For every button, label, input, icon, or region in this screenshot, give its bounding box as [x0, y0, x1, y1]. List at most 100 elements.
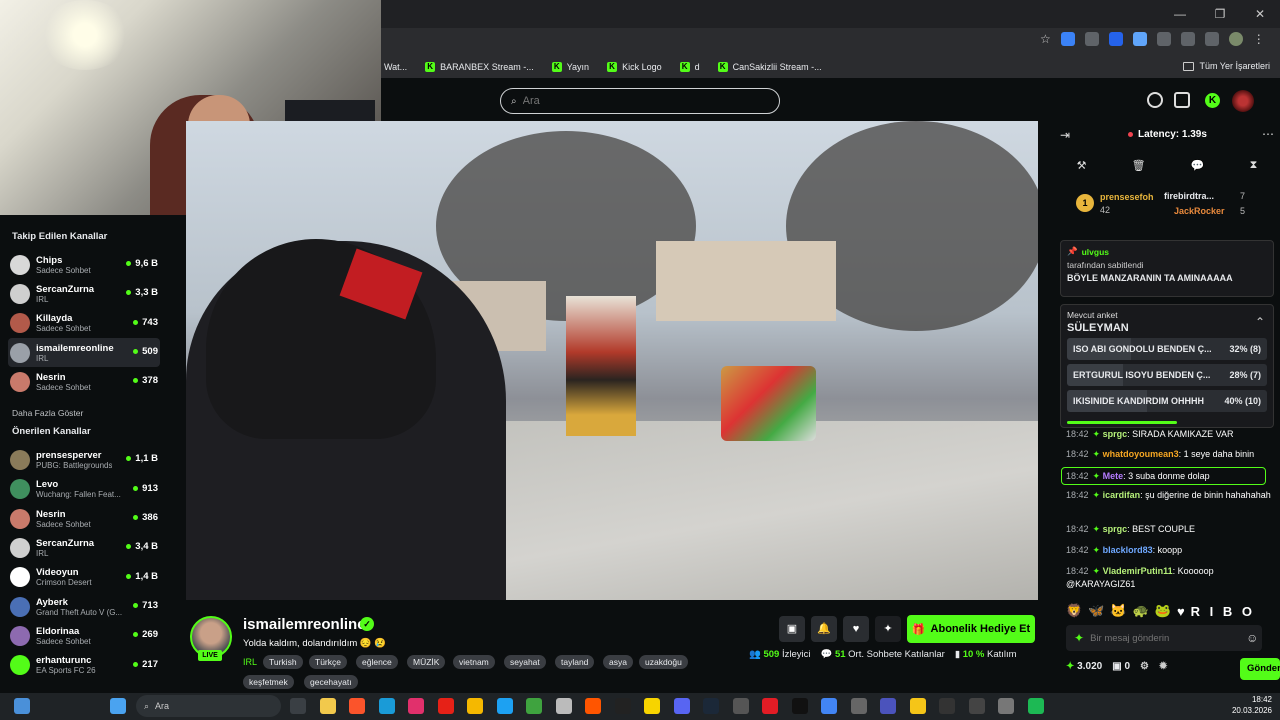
- taskbar-app-icon[interactable]: [290, 698, 306, 714]
- streamer-name[interactable]: ismailemreonline: [243, 616, 366, 633]
- puzzle-icon[interactable]: [1156, 32, 1171, 46]
- taskbar-app-icon[interactable]: [998, 698, 1014, 714]
- hammer-icon[interactable]: ⚒: [1077, 159, 1087, 172]
- chevron-up-icon[interactable]: ⌃: [1255, 315, 1265, 329]
- profile-avatar[interactable]: [1228, 32, 1243, 46]
- emote[interactable]: 🐸: [1155, 603, 1171, 619]
- tag[interactable]: asya: [603, 655, 633, 669]
- chat-input[interactable]: [1090, 632, 1241, 644]
- channel-item[interactable]: Killayda Sadece Sohbet 743: [8, 309, 160, 338]
- taskbar-app-icon[interactable]: [496, 698, 513, 714]
- hourglass-icon[interactable]: ⧗: [1250, 159, 1258, 172]
- taskbar-app-icon[interactable]: [644, 698, 660, 714]
- taskbar-app-icon[interactable]: [732, 698, 749, 714]
- gift-subscription-button[interactable]: 🎁 Abonelik Hediye Et: [907, 615, 1035, 643]
- gifter-name[interactable]: prensesefoh: [1100, 192, 1154, 202]
- message-user[interactable]: whatdoyoumean3: [1103, 449, 1179, 459]
- channel-item[interactable]: Ayberk Grand Theft Auto V (G... 713: [8, 592, 160, 621]
- channel-item[interactable]: Nesrin Sadece Sohbet 386: [8, 504, 160, 533]
- emote[interactable]: ♥: [1177, 604, 1185, 619]
- channel-item[interactable]: erhanturunc EA Sports FC 26 217: [8, 651, 160, 680]
- clip-count[interactable]: ▣ 0: [1112, 661, 1130, 672]
- taskbar-app-icon[interactable]: [821, 698, 837, 714]
- channel-item[interactable]: prensesperver PUBG: Battlegrounds 1,1 B: [8, 445, 160, 474]
- system-clock[interactable]: 18:42 20.03.2026: [1232, 694, 1272, 716]
- tag[interactable]: vietnam: [453, 655, 495, 669]
- taskbar-app-icon[interactable]: [880, 698, 896, 714]
- follow-heart-button[interactable]: ♥: [843, 616, 869, 642]
- taskbar-app-icon[interactable]: [349, 698, 365, 714]
- theater-mode-button[interactable]: ▣: [779, 616, 805, 642]
- emote[interactable]: 🐢: [1133, 603, 1149, 619]
- taskbar-app-icon[interactable]: [437, 698, 454, 714]
- kebab-menu-icon[interactable]: ⋮: [1253, 32, 1265, 46]
- taskbar-app-icon[interactable]: [614, 698, 631, 714]
- bookmark-item[interactable]: Kd: [679, 62, 700, 72]
- message-user[interactable]: VlademirPutin11: [1103, 566, 1173, 576]
- extension-icon[interactable]: [1060, 32, 1075, 46]
- tag[interactable]: MÜZİK: [407, 655, 446, 669]
- bookmark-star-icon[interactable]: ☆: [1040, 32, 1051, 46]
- channel-item[interactable]: Videoyun Crimson Desert 1,4 B: [8, 563, 160, 592]
- taskbar-app-icon[interactable]: [909, 698, 926, 714]
- taskbar-app-icon[interactable]: [526, 698, 542, 714]
- kick-coin-icon[interactable]: K: [1205, 93, 1220, 108]
- bookmark-item[interactable]: K Yayın: [551, 62, 589, 72]
- chat-menu-icon[interactable]: ⋯: [1262, 127, 1274, 141]
- user-avatar[interactable]: [1232, 90, 1254, 112]
- search-input[interactable]: [522, 95, 753, 107]
- download-icon[interactable]: [1204, 32, 1219, 46]
- close-window-button[interactable]: ✕: [1240, 0, 1280, 28]
- poll-option[interactable]: IKISINIDE KANDIRDIM OHHHH 40% (10): [1067, 390, 1267, 412]
- wallet-icon[interactable]: [1174, 92, 1190, 108]
- message-user[interactable]: sprgc: [1103, 429, 1128, 439]
- taskbar-app-icon[interactable]: [378, 698, 395, 714]
- taskbar-app-icon[interactable]: [585, 698, 601, 714]
- chat-input-box[interactable]: ✦ ☺: [1066, 625, 1262, 651]
- channel-item[interactable]: Chips Sadece Sohbet 9,6 B: [8, 250, 160, 279]
- show-more-link[interactable]: Daha Fazla Göster: [12, 408, 156, 418]
- channel-item[interactable]: Levo Wuchang: Fallen Feat... 913: [8, 475, 160, 504]
- taskbar-search[interactable]: ⌕ Ara: [136, 695, 281, 717]
- points-display[interactable]: ✦ 3.020: [1066, 661, 1102, 672]
- taskbar-app-icon[interactable]: [673, 698, 690, 714]
- clips-icon[interactable]: [1147, 92, 1163, 108]
- channel-item[interactable]: ismailemreonline IRL 509: [8, 337, 160, 368]
- bookmark-item[interactable]: Wat...: [384, 62, 407, 72]
- extension-icon[interactable]: [1108, 32, 1123, 46]
- notification-bell-button[interactable]: 🔔: [811, 616, 837, 642]
- chat-bubble-icon[interactable]: 💬: [1191, 159, 1205, 172]
- taskbar-app-icon[interactable]: [408, 698, 424, 714]
- channel-item[interactable]: Nesrin Sadece Sohbet 378: [8, 367, 160, 396]
- tag[interactable]: Turkish: [263, 655, 303, 669]
- taskbar-app-icon[interactable]: [703, 698, 719, 714]
- emote[interactable]: 🦋: [1088, 603, 1104, 619]
- message-user[interactable]: blacklord83: [1103, 545, 1153, 555]
- taskbar-app-icon[interactable]: [1027, 698, 1044, 714]
- search-box[interactable]: ⌕: [500, 88, 780, 114]
- message-user[interactable]: Mete: [1103, 471, 1124, 481]
- tag[interactable]: seyahat: [504, 655, 546, 669]
- windows-start-icon[interactable]: [110, 698, 126, 714]
- tag[interactable]: Türkçe: [309, 655, 347, 669]
- tag[interactable]: tayland: [555, 655, 595, 669]
- video-player[interactable]: [186, 121, 1038, 600]
- poll-option[interactable]: ISO ABI GONDOLU BENDEN Ç... 32% (8): [1067, 338, 1267, 360]
- gifter-name[interactable]: JackRocker: [1174, 206, 1225, 216]
- channel-item[interactable]: SercanZurna IRL 3,4 B: [8, 533, 160, 562]
- gifter-name[interactable]: firebirdtra...: [1164, 191, 1214, 201]
- emote[interactable]: 🐱: [1110, 603, 1126, 619]
- taskbar-app-icon[interactable]: [555, 698, 572, 714]
- taskbar-app-icon[interactable]: [319, 698, 336, 714]
- stream-category[interactable]: IRL: [243, 657, 257, 667]
- tag[interactable]: keşfetmek: [243, 675, 294, 689]
- poll-option[interactable]: ERTGURUL ISOYU BENDEN Ç... 28% (7): [1067, 364, 1267, 386]
- taskbar-app-icon[interactable]: [762, 698, 778, 714]
- all-bookmarks-button[interactable]: Tüm Yer İşaretleri: [1183, 61, 1270, 71]
- taskbar-app-icon[interactable]: [850, 698, 867, 714]
- bookmark-item[interactable]: K Kick Logo: [607, 62, 662, 72]
- tag[interactable]: uzakdoğu: [639, 655, 688, 669]
- channel-item[interactable]: SercanZurna IRL 3,3 B: [8, 279, 160, 308]
- settings-gear-icon[interactable]: ⚙: [1140, 661, 1149, 672]
- taskbar-app-icon[interactable]: [791, 698, 808, 714]
